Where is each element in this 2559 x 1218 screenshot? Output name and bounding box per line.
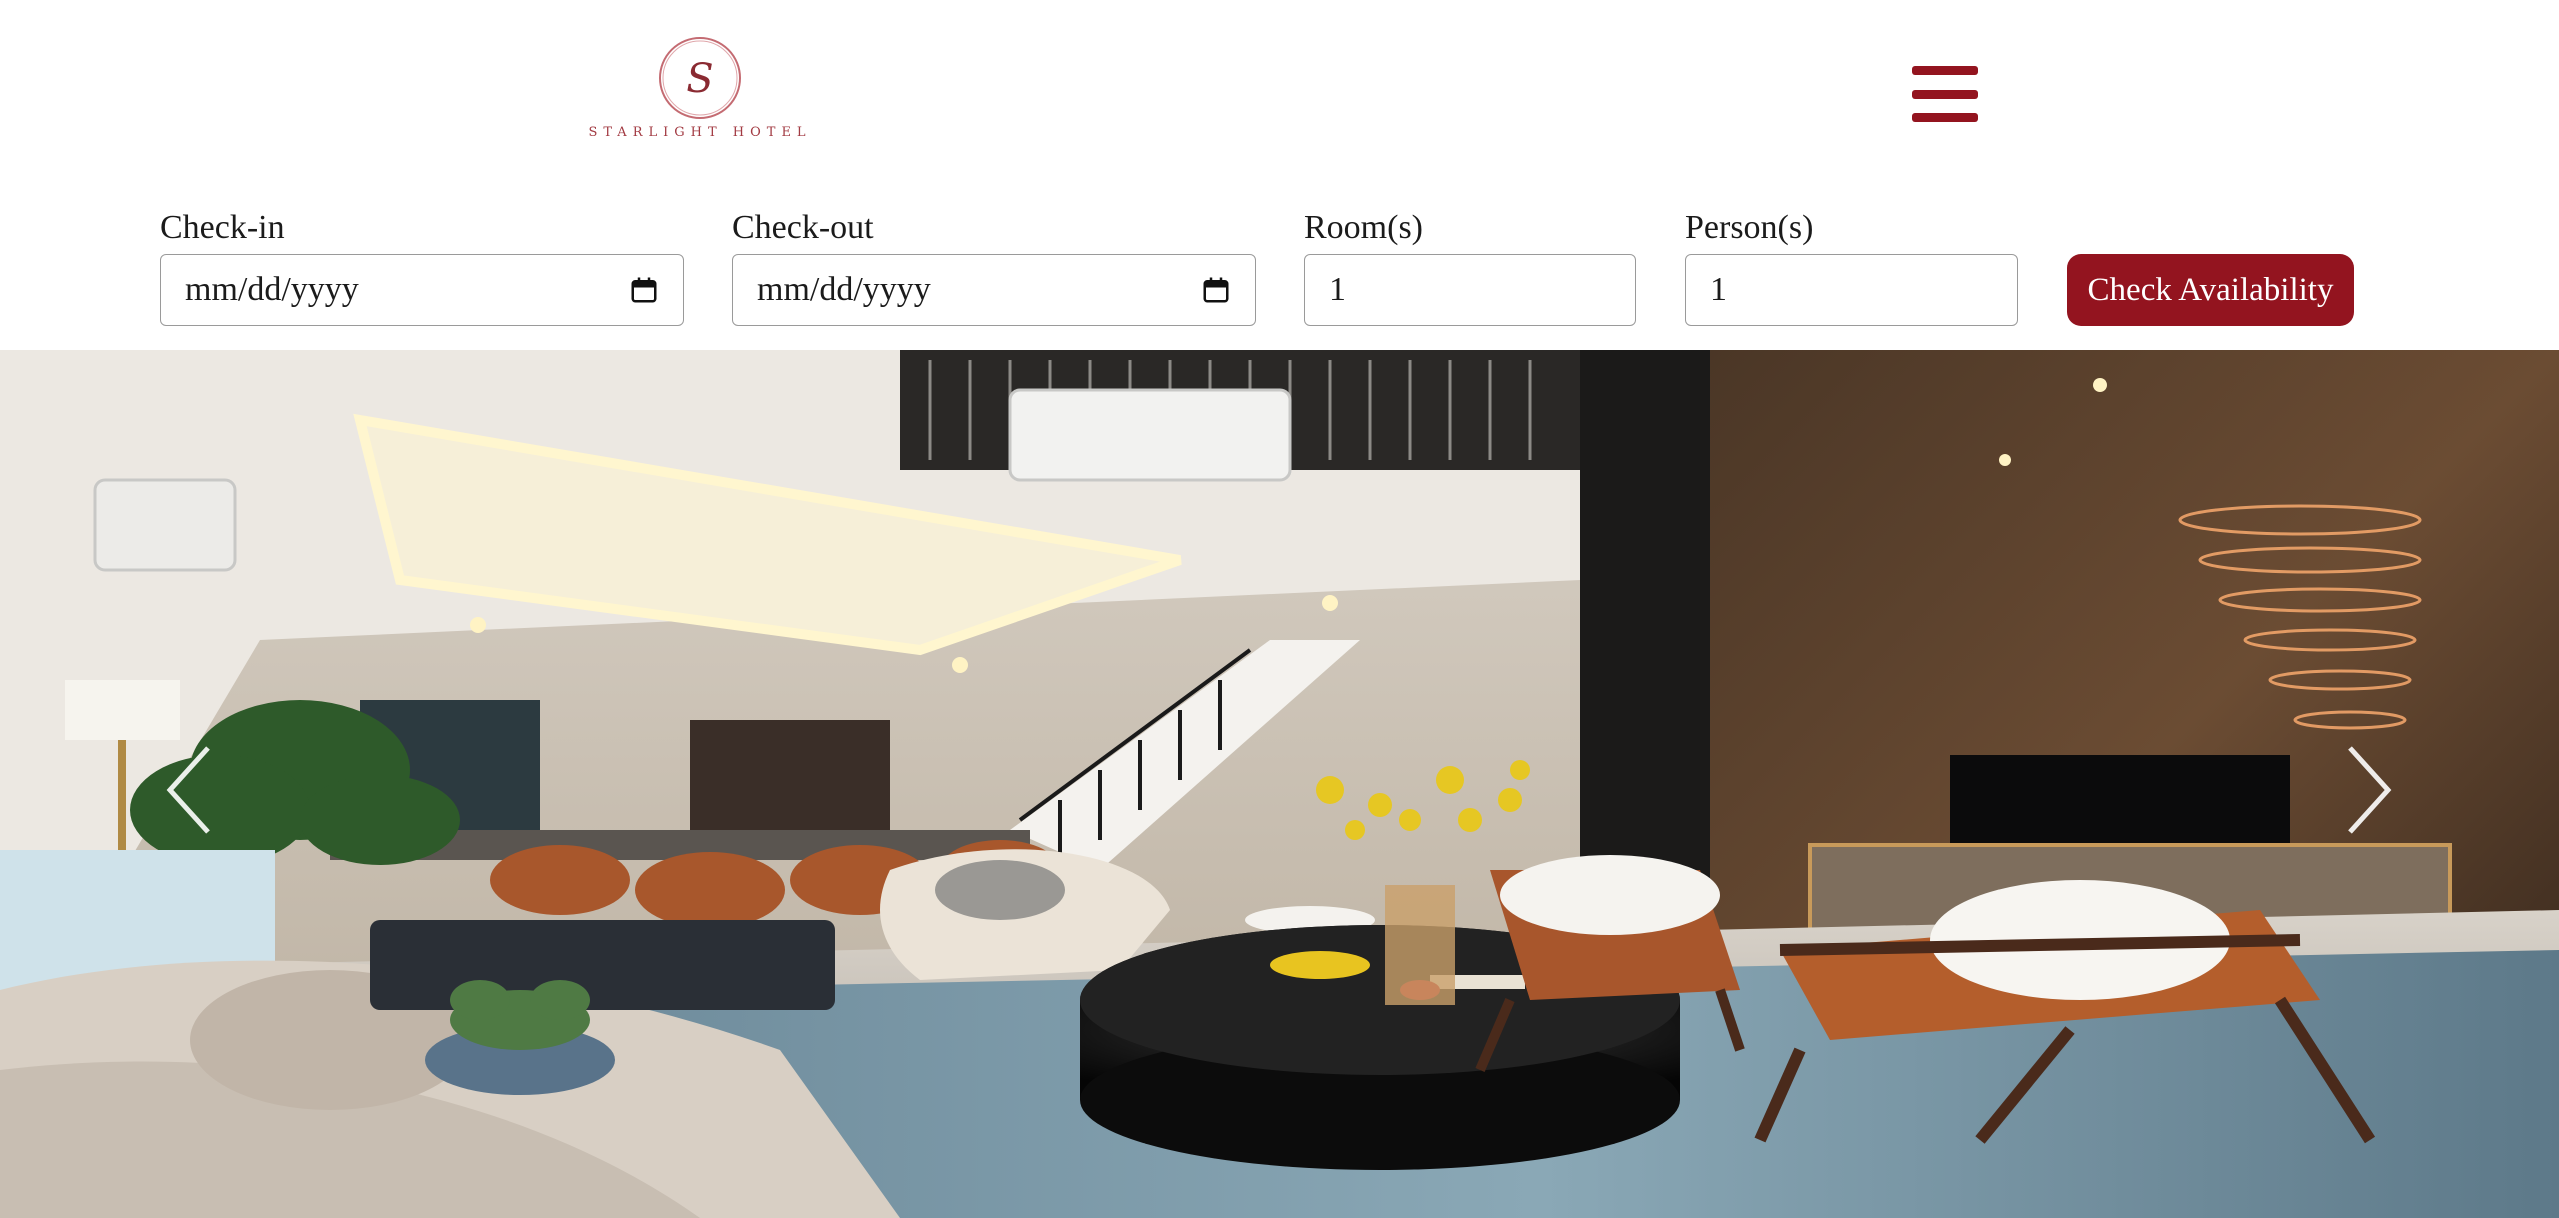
booking-form: Check-in mm/dd/yyyy Check-out mm/dd/yyyy… — [0, 190, 2559, 350]
check-out-label: Check-out — [732, 209, 874, 246]
persons-field: Person(s) 1 — [1685, 208, 2018, 326]
check-in-placeholder: mm/dd/yyyy — [185, 271, 359, 308]
rooms-field: Room(s) 1 — [1304, 208, 1636, 326]
calendar-icon[interactable] — [629, 275, 659, 305]
check-in-field: Check-in mm/dd/yyyy — [160, 208, 684, 326]
menu-bar — [1912, 66, 1978, 75]
persons-value: 1 — [1710, 271, 1727, 308]
hotel-logo[interactable]: S STARLIGHT HOTEL — [570, 32, 830, 150]
chevron-left-icon[interactable] — [160, 740, 220, 840]
check-out-input[interactable]: mm/dd/yyyy — [732, 254, 1256, 326]
svg-text:S: S — [686, 56, 713, 102]
rooms-label: Room(s) — [1304, 209, 1423, 246]
check-availability-button[interactable]: Check Availability — [2067, 254, 2354, 326]
check-out-field: Check-out mm/dd/yyyy — [732, 208, 1256, 326]
menu-bar — [1912, 113, 1978, 122]
site-header: S STARLIGHT HOTEL — [0, 0, 2559, 190]
check-in-input[interactable]: mm/dd/yyyy — [160, 254, 684, 326]
hero-carousel — [0, 350, 2559, 1218]
rooms-input[interactable]: 1 — [1304, 254, 1636, 326]
calendar-icon[interactable] — [1201, 275, 1231, 305]
chevron-right-icon[interactable] — [2338, 740, 2398, 840]
logo-monogram-icon: S — [659, 37, 741, 119]
menu-bar — [1912, 89, 1978, 99]
check-in-label: Check-in — [160, 209, 285, 246]
hero-lounge-image — [0, 350, 2559, 1218]
hamburger-menu-icon[interactable] — [1912, 66, 1978, 122]
persons-input[interactable]: 1 — [1685, 254, 2018, 326]
check-out-placeholder: mm/dd/yyyy — [757, 271, 931, 308]
persons-label: Person(s) — [1685, 209, 1814, 246]
rooms-value: 1 — [1329, 271, 1346, 308]
hotel-name: STARLIGHT HOTEL — [588, 125, 812, 140]
